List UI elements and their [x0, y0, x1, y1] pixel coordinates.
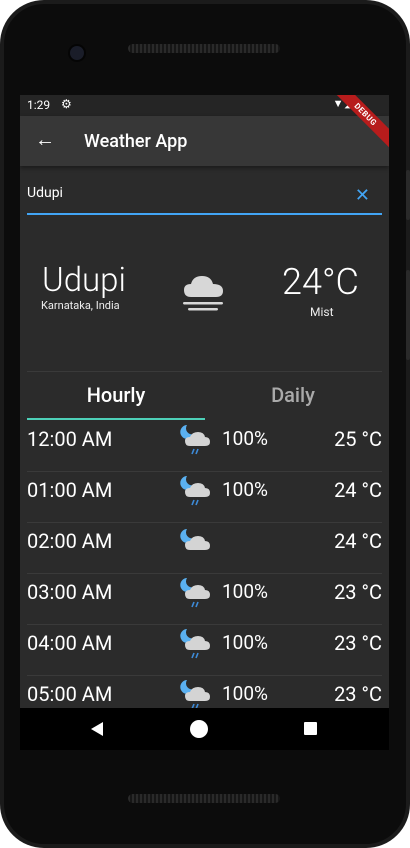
volume-button: [406, 170, 410, 220]
search-underline: [27, 213, 382, 215]
nav-recents-icon[interactable]: [304, 722, 317, 735]
power-button: [406, 270, 410, 360]
android-nav-bar: [20, 708, 389, 750]
top-speaker: [128, 44, 280, 53]
night-rain-icon: [179, 423, 213, 461]
night-rain-icon: [179, 627, 213, 665]
list-item: 01:00 AM 100% 24 °C: [27, 472, 382, 523]
bottom-speaker: [128, 794, 280, 803]
hour-time: 04:00 AM: [27, 631, 113, 655]
hourly-list: 12:00 AM 100% 25 °C 01:00 AM 100% 24 °C …: [27, 421, 382, 708]
current-condition: Mist: [310, 305, 334, 319]
tab-indicator: [27, 418, 205, 420]
list-item: 02:00 AM 24 °C: [27, 523, 382, 574]
hour-time: 01:00 AM: [27, 478, 113, 502]
night-rain-icon: [179, 678, 213, 708]
nav-back-icon[interactable]: [91, 722, 103, 736]
city-name: Udupi: [42, 261, 126, 300]
hour-time: 12:00 AM: [27, 427, 113, 451]
forecast-tabs: Hourly Daily: [27, 375, 382, 420]
app-screen: 1:29 ⚙ ▼◢▮ DEBUG ← Weather App Udupi ✕ U…: [20, 95, 389, 708]
current-weather: Udupi Karnataka, India 24°C Mist: [20, 255, 389, 335]
tab-daily[interactable]: Daily: [204, 383, 382, 407]
hour-temperature: 24 °C: [334, 478, 382, 502]
back-arrow-icon[interactable]: ←: [35, 127, 55, 152]
hour-temperature: 23 °C: [334, 631, 382, 655]
precipitation: 100%: [222, 580, 268, 603]
hour-temperature: 23 °C: [334, 580, 382, 604]
hour-temperature: 23 °C: [334, 682, 382, 706]
divider: [27, 371, 382, 372]
list-item: 05:00 AM 100% 23 °C: [27, 676, 382, 708]
hour-time: 05:00 AM: [27, 682, 113, 706]
hour-temperature: 24 °C: [334, 529, 382, 553]
hour-time: 03:00 AM: [27, 580, 113, 604]
precipitation: 100%: [222, 427, 268, 450]
list-item: 04:00 AM 100% 23 °C: [27, 625, 382, 676]
app-bar: ← Weather App: [20, 116, 389, 166]
tab-hourly[interactable]: Hourly: [27, 383, 205, 407]
nav-home-icon[interactable]: [190, 720, 208, 738]
camera-icon: [70, 46, 84, 60]
region-name: Karnataka, India: [41, 299, 120, 312]
precipitation: 100%: [222, 682, 268, 705]
current-temperature: 24°C: [282, 261, 359, 303]
search-input[interactable]: Udupi: [27, 185, 63, 201]
hour-temperature: 25 °C: [334, 427, 382, 451]
hour-time: 02:00 AM: [27, 529, 113, 553]
mist-cloud-icon: [181, 273, 227, 317]
precipitation: 100%: [222, 478, 268, 501]
app-title: Weather App: [84, 131, 188, 152]
precipitation: 100%: [222, 631, 268, 654]
status-time: 1:29: [27, 98, 51, 112]
night-rain-icon: [179, 474, 213, 512]
clear-icon[interactable]: ✕: [355, 185, 370, 206]
gear-icon: ⚙: [61, 97, 72, 111]
search-field[interactable]: Udupi ✕: [27, 173, 382, 215]
night-rain-icon: [179, 576, 213, 614]
status-bar: 1:29 ⚙ ▼◢▮ DEBUG: [20, 95, 389, 153]
list-item: 03:00 AM 100% 23 °C: [27, 574, 382, 625]
list-item: 12:00 AM 100% 25 °C: [27, 421, 382, 472]
night-cloud-icon: [179, 525, 213, 563]
